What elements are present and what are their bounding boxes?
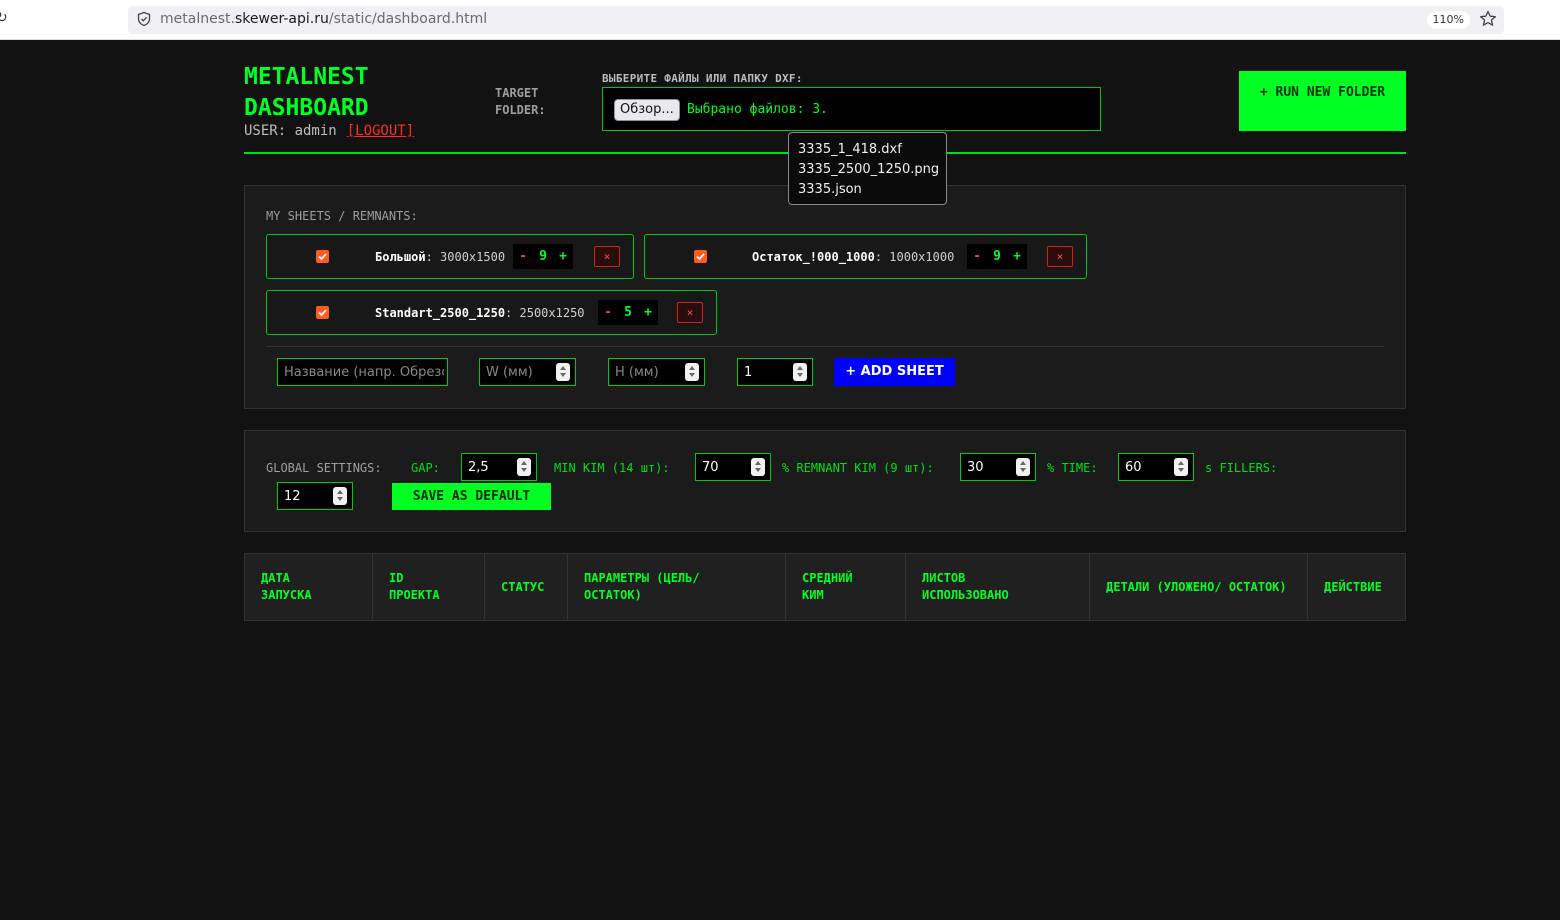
column-header: СРЕДНИЙ КИМ	[786, 554, 906, 620]
min-kim-value: 70	[702, 460, 719, 475]
address-bar[interactable]: metalnest.skewer-api.ru/static/dashboard…	[128, 6, 1504, 34]
increment-button[interactable]: +	[553, 244, 573, 269]
browser-toolbar: ↻ metalnest.skewer-api.ru/static/dashboa…	[0, 0, 1560, 40]
tooltip-file-name: 3335_1_418.dxf	[798, 142, 902, 157]
fillers-input[interactable]: 12	[277, 482, 353, 510]
quantity-stepper: -9 +	[513, 244, 573, 269]
selected-files-count: Выбрано файлов: 3.	[687, 102, 828, 117]
time-label: % TIME:	[1047, 461, 1098, 475]
spinner-arrows-icon[interactable]	[556, 363, 570, 381]
url-text: metalnest.skewer-api.ru/static/dashboard…	[160, 11, 488, 27]
logout-link[interactable]: [LOGOUT]	[347, 123, 414, 139]
quantity-value: 9	[539, 249, 547, 264]
global-settings-label: GLOBAL SETTINGS:	[266, 461, 382, 475]
browse-button[interactable]: Обзор...	[614, 99, 680, 121]
file-picker[interactable]: Обзор... Выбрано файлов: 3.	[602, 87, 1101, 131]
gap-value: 2,5	[468, 460, 489, 475]
bookmark-star-icon[interactable]	[1478, 9, 1498, 29]
quantity-stepper: -5 +	[598, 300, 658, 325]
reload-icon[interactable]: ↻	[0, 10, 8, 26]
delete-sheet-button[interactable]: ×	[677, 302, 703, 323]
quantity-input[interactable]: 1	[737, 358, 813, 386]
page-title: METALNEST DASHBOARD	[244, 64, 369, 121]
decrement-button[interactable]: -	[513, 244, 533, 269]
delete-sheet-button[interactable]: ×	[594, 246, 620, 267]
spinner-arrows-icon[interactable]	[793, 363, 807, 381]
sheets-panel: MY SHEETS / REMNANTS: Большой: 3000x1500…	[244, 185, 1406, 409]
global-settings-panel: GLOBAL SETTINGS: GAP: 2,5 MIN KIM (14 шт…	[244, 430, 1406, 532]
time-input[interactable]: 60	[1118, 453, 1194, 481]
time-value: 60	[1125, 460, 1142, 475]
spinner-arrows-icon[interactable]	[1174, 458, 1188, 476]
spinner-arrows-icon[interactable]	[685, 363, 699, 381]
sheet-card: Большой: 3000x1500 -9 + ×	[266, 234, 634, 279]
sheet-checkbox[interactable]	[316, 306, 329, 319]
file-picker-label: ВЫБЕРИТЕ ФАЙЛЫ ИЛИ ПАПКУ DXF:	[602, 72, 803, 85]
sheet-name-input[interactable]: Название (напр. Обрезо	[277, 358, 448, 386]
sheet-checkbox[interactable]	[694, 250, 707, 263]
increment-button[interactable]: +	[638, 300, 658, 325]
sheet-checkbox[interactable]	[316, 250, 329, 263]
spinner-arrows-icon[interactable]	[333, 487, 347, 505]
fillers-label: s FILLERS:	[1205, 461, 1278, 475]
check-icon	[318, 253, 327, 261]
save-as-default-button[interactable]: SAVE AS DEFAULT	[392, 483, 551, 510]
divider	[266, 346, 1384, 347]
quantity-value: 5	[624, 305, 632, 320]
sheet-card: Standart_2500_1250: 2500x1250 -5 + ×	[266, 290, 717, 335]
decrement-button[interactable]: -	[967, 244, 987, 269]
zoom-level-badge[interactable]: 110%	[1426, 11, 1470, 29]
remnant-kim-input[interactable]: 30	[960, 453, 1036, 481]
spinner-arrows-icon[interactable]	[751, 458, 765, 476]
user-label: USER: admin	[244, 123, 337, 139]
check-icon	[318, 309, 327, 317]
column-header: СТАТУС	[485, 554, 568, 620]
delete-sheet-button[interactable]: ×	[1047, 246, 1073, 267]
user-info: USER: admin [LOGOUT]	[244, 123, 414, 139]
gap-input[interactable]: 2,5	[461, 453, 537, 481]
width-input[interactable]: W (мм)	[479, 358, 576, 386]
remnant-kim-label: % REMNANT KIM (9 шт):	[782, 461, 934, 475]
quantity-value: 9	[993, 249, 1001, 264]
height-input[interactable]: H (мм)	[608, 358, 705, 386]
target-folder-label: TARGET FOLDER:	[495, 86, 546, 117]
sheet-label: Standart_2500_1250: 2500x1250	[375, 306, 585, 320]
check-icon	[696, 253, 705, 261]
sheet-name-placeholder: Название (напр. Обрезо	[284, 365, 444, 380]
column-header: ID ПРОЕКТА	[373, 554, 485, 620]
height-placeholder: H (мм)	[615, 365, 659, 380]
spinner-arrows-icon[interactable]	[517, 458, 531, 476]
increment-button[interactable]: +	[1007, 244, 1027, 269]
sheet-label: Большой: 3000x1500	[375, 250, 506, 264]
sheet-card: Остаток_!000_1000: 1000x1000 -9 + ×	[644, 234, 1087, 279]
selected-files-tooltip: 3335_1_418.dxf 3335_2500_1250.png 3335.j…	[788, 132, 947, 205]
column-header: ПАРАМЕТРЫ (ЦЕЛЬ/ ОСТАТОК)	[568, 554, 786, 620]
column-header: ДЕЙСТВИЕ	[1324, 579, 1382, 594]
spinner-arrows-icon[interactable]	[1016, 458, 1030, 476]
site-info-icon[interactable]	[136, 11, 152, 27]
decrement-button[interactable]: -	[598, 300, 618, 325]
column-header: ДЕТАЛИ (УЛОЖЕНО/ ОСТАТОК)	[1090, 554, 1308, 620]
remnant-kim-value: 30	[967, 460, 984, 475]
column-header: ЛИСТОВ ИСПОЛЬЗОВАНО	[906, 554, 1090, 620]
min-kim-label: MIN KIM (14 шт):	[554, 461, 670, 475]
quantity-stepper: -9 +	[967, 244, 1027, 269]
gap-label: GAP:	[411, 461, 440, 475]
quantity-input-value: 1	[744, 365, 753, 380]
sheet-label: Остаток_!000_1000: 1000x1000	[752, 250, 955, 264]
sheets-panel-title: MY SHEETS / REMNANTS:	[266, 209, 418, 223]
tooltip-file-name: 3335.json	[798, 182, 862, 197]
fillers-value: 12	[284, 489, 301, 504]
min-kim-input[interactable]: 70	[695, 453, 771, 481]
column-header: ДАТА ЗАПУСКА	[245, 554, 373, 620]
runs-table-header: ДАТА ЗАПУСКА ID ПРОЕКТА СТАТУС ПАРАМЕТРЫ…	[244, 553, 1406, 621]
add-sheet-button[interactable]: + ADD SHEET	[834, 358, 955, 386]
width-placeholder: W (мм)	[486, 365, 533, 380]
run-new-folder-button[interactable]: + RUN NEW FOLDER	[1239, 71, 1406, 131]
tooltip-file-name: 3335_2500_1250.png	[798, 162, 940, 177]
